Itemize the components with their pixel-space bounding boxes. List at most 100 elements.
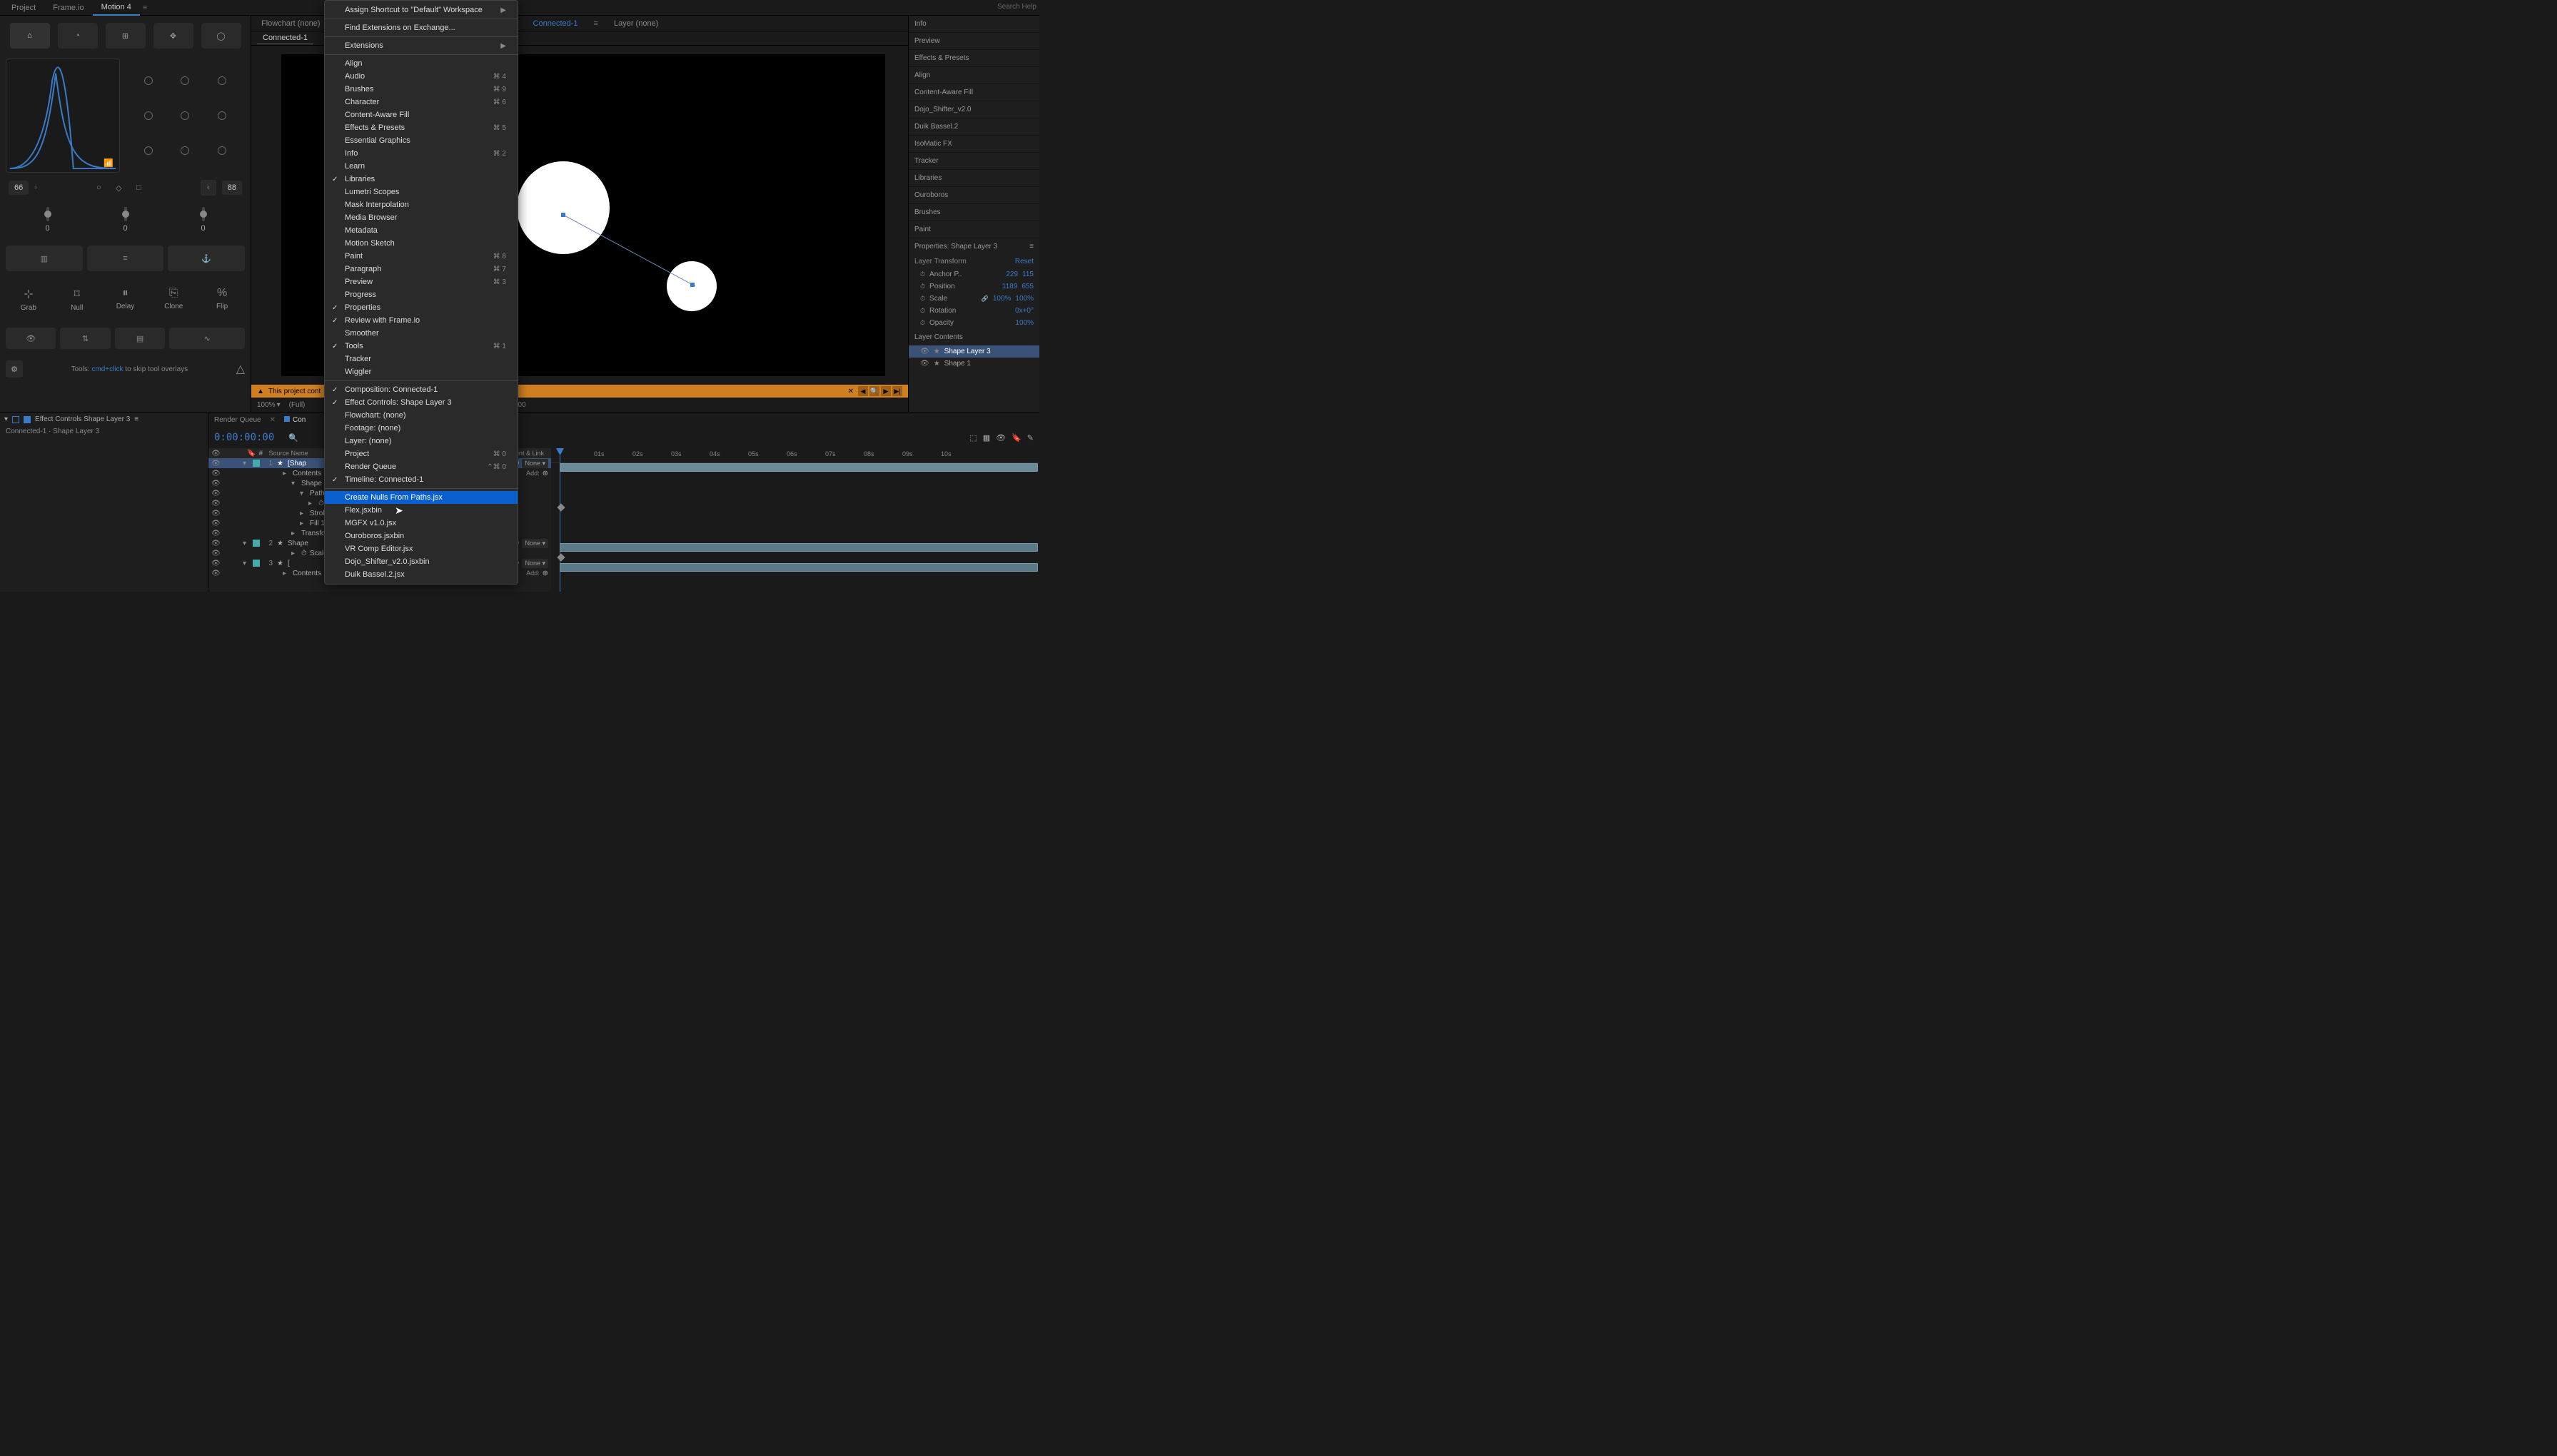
add-button[interactable]: ⊕ xyxy=(543,570,548,577)
track-row[interactable] xyxy=(551,522,1039,532)
track-row[interactable] xyxy=(551,492,1039,502)
render-queue-tab[interactable]: Render Queue xyxy=(214,416,261,424)
preset-dot[interactable] xyxy=(131,135,166,167)
panel-menu-icon[interactable]: ≡ xyxy=(143,4,147,12)
preset-dot[interactable] xyxy=(168,99,203,131)
drop-icon[interactable]: ◔ xyxy=(58,23,98,49)
eye-icon[interactable]: 👁 xyxy=(211,510,220,517)
eye-button[interactable]: 👁 xyxy=(6,328,56,349)
menu-item[interactable]: Layer: (none) xyxy=(325,435,518,448)
clip-bar[interactable] xyxy=(560,543,1038,552)
track-row[interactable] xyxy=(551,512,1039,522)
menu-item[interactable]: ✓Review with Frame.io xyxy=(325,314,518,327)
prev-keyframe-button[interactable]: ‹ xyxy=(201,180,216,196)
panel-effects-presets[interactable]: Effects & Presets xyxy=(909,50,1039,67)
property-value-1[interactable]: 100% xyxy=(1015,319,1034,327)
track-row[interactable] xyxy=(551,472,1039,482)
property-value-2[interactable]: 100% xyxy=(1015,295,1034,303)
track-row[interactable] xyxy=(551,532,1039,542)
menu-item[interactable]: Tracker xyxy=(325,353,518,365)
options-button[interactable]: ⚙ xyxy=(6,360,23,378)
panel-tracker[interactable]: Tracker xyxy=(909,153,1039,170)
panel-libraries[interactable]: Libraries xyxy=(909,170,1039,187)
menu-item[interactable]: Content-Aware Fill xyxy=(325,108,518,121)
slider-3[interactable] xyxy=(202,207,205,221)
ease-out-value[interactable]: 88 xyxy=(222,181,242,195)
menu-item[interactable]: Essential Graphics xyxy=(325,134,518,147)
flowchart-tab[interactable]: Flowchart (none) xyxy=(257,17,325,30)
panel-preview[interactable]: Preview xyxy=(909,33,1039,50)
layers-button[interactable]: ▤ xyxy=(115,328,165,349)
tl-tool-1[interactable]: ⬚ xyxy=(969,433,977,443)
menu-item[interactable]: Info⌘ 2 xyxy=(325,147,518,160)
null-button[interactable]: ⌑Null xyxy=(54,283,100,316)
menu-item[interactable]: Footage: (none) xyxy=(325,422,518,435)
eye-icon[interactable]: 👁 xyxy=(211,500,220,507)
warn-search-button[interactable]: 🔍 xyxy=(869,386,879,396)
keyframe-circle-icon[interactable]: ○ xyxy=(91,180,106,196)
zoom-dropdown[interactable]: 100%▾ xyxy=(257,401,281,409)
grid-icon[interactable]: ⊞ xyxy=(106,23,146,49)
preset-dot[interactable] xyxy=(205,99,239,131)
curve-button[interactable]: ∿ xyxy=(169,328,245,349)
layer-content-row[interactable]: 👁★Shape Layer 3 xyxy=(909,345,1039,358)
sub-tab-connected[interactable]: Connected-1 xyxy=(257,32,313,44)
menu-item[interactable]: ✓Properties xyxy=(325,301,518,314)
layer-color-swatch[interactable] xyxy=(253,540,260,547)
property-value-2[interactable]: 115 xyxy=(1022,271,1034,278)
property-value-1[interactable]: 1189 xyxy=(1002,283,1018,290)
twirl-icon[interactable]: ▸ xyxy=(283,470,290,477)
warn-last-button[interactable]: ▶| xyxy=(892,386,902,396)
preset-dot[interactable] xyxy=(205,64,239,96)
keyframe-marker[interactable] xyxy=(557,553,565,561)
menu-item[interactable]: Create Nulls From Paths.jsx xyxy=(325,491,518,504)
track-row[interactable] xyxy=(551,562,1039,572)
panel-ouroboros[interactable]: Ouroboros xyxy=(909,187,1039,204)
layer-tab[interactable]: Layer (none) xyxy=(610,17,662,30)
layout-button-1[interactable]: ▥ xyxy=(6,246,83,271)
menu-item[interactable]: Learn xyxy=(325,160,518,173)
eye-icon[interactable]: 👁 xyxy=(211,550,220,557)
comp-tab[interactable]: Con xyxy=(284,416,306,424)
eye-icon[interactable]: 👁 xyxy=(920,348,929,355)
menu-item[interactable]: ✓Composition: Connected-1 xyxy=(325,383,518,396)
home-icon[interactable]: ⌂ xyxy=(10,23,50,49)
menu-item[interactable]: Motion Sketch xyxy=(325,237,518,250)
menu-item[interactable]: ✓Effect Controls: Shape Layer 3 xyxy=(325,396,518,409)
menu-item[interactable]: Character⌘ 6 xyxy=(325,96,518,108)
resolution-dropdown[interactable]: (Full) xyxy=(289,401,306,409)
move-icon[interactable]: ✥ xyxy=(153,23,193,49)
twirl-icon[interactable]: ▾ xyxy=(243,460,250,467)
panel-dojo-shifter[interactable]: Dojo_Shifter_v2.0 xyxy=(909,101,1039,118)
eye-icon[interactable]: 👁 xyxy=(211,560,220,567)
panel-info[interactable]: Info xyxy=(909,16,1039,33)
panel-content-aware[interactable]: Content-Aware Fill xyxy=(909,84,1039,101)
menu-item[interactable]: ✓Timeline: Connected-1 xyxy=(325,473,518,486)
tl-tool-5[interactable]: ✎ xyxy=(1027,433,1034,443)
eye-icon[interactable]: 👁 xyxy=(211,470,220,477)
grab-button[interactable]: ⊹Grab xyxy=(6,283,51,316)
menu-item[interactable]: Flowchart: (none) xyxy=(325,409,518,422)
twirl-icon[interactable]: ▾ xyxy=(300,490,307,497)
menu-item[interactable]: Brushes⌘ 9 xyxy=(325,83,518,96)
close-tab-icon[interactable]: ✕ xyxy=(270,416,276,424)
parent-dropdown[interactable]: None ▾ xyxy=(522,559,548,568)
effect-controls-tab[interactable]: Effect Controls Shape Layer 3 xyxy=(35,415,130,423)
menu-item[interactable]: Paint⌘ 8 xyxy=(325,250,518,263)
eye-icon[interactable]: 👁 xyxy=(211,570,220,577)
stopwatch-icon[interactable]: ⏱ xyxy=(301,550,307,557)
tl-tool-2[interactable]: ▦ xyxy=(983,433,990,443)
property-value-1[interactable]: 229 xyxy=(1006,271,1018,278)
menu-item[interactable]: Smoother xyxy=(325,327,518,340)
panel-align[interactable]: Align xyxy=(909,67,1039,84)
delay-button[interactable]: ⏸Delay xyxy=(103,283,148,316)
flip-button[interactable]: %Flip xyxy=(199,283,245,316)
parent-dropdown[interactable]: None ▾ xyxy=(522,459,548,468)
eye-icon[interactable]: 👁 xyxy=(920,360,929,368)
menu-item[interactable]: Align xyxy=(325,57,518,70)
preset-dot[interactable] xyxy=(131,64,166,96)
tl-tool-3[interactable]: 👁 xyxy=(996,433,1006,443)
menu-item[interactable]: MGFX v1.0.jsx xyxy=(325,517,518,530)
project-icon[interactable]: ▾ xyxy=(4,415,8,423)
keyframe-square-icon[interactable]: □ xyxy=(131,180,146,196)
